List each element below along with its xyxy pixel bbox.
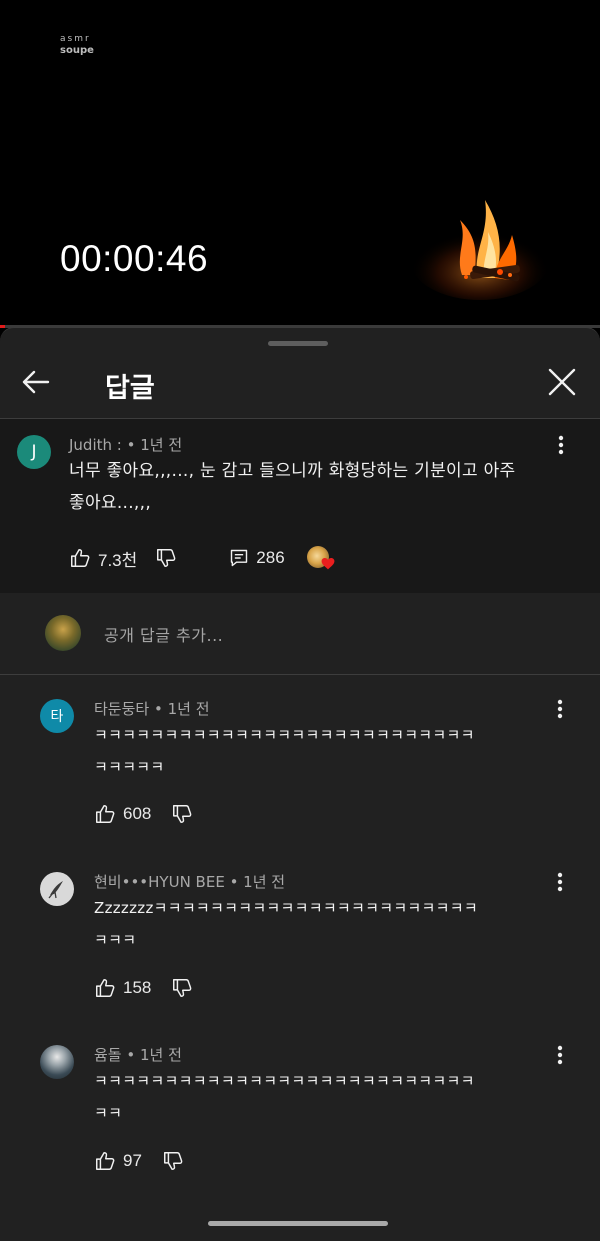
dislike-button[interactable] [171, 803, 193, 825]
home-indicator[interactable] [208, 1221, 388, 1226]
reply-item: 타 타둔둥타 • 1년 전 ㅋㅋㅋㅋㅋㅋㅋㅋㅋㅋㅋㅋㅋㅋㅋㅋㅋㅋㅋㅋㅋㅋㅋㅋㅋㅋ… [0, 675, 600, 848]
campfire-image [410, 200, 550, 300]
watermark-line1: asmr [60, 34, 91, 44]
like-count: 608 [123, 804, 152, 823]
avatar[interactable]: J [17, 435, 51, 469]
avatar-letter: J [31, 442, 37, 462]
thumbs-down-icon [163, 1152, 183, 1170]
page-title: 답글 [105, 373, 155, 404]
comment-icon [231, 549, 248, 567]
back-button[interactable] [18, 364, 54, 400]
thumbs-down-icon [157, 549, 176, 567]
comment-meta: Judith : • 1년 전 [69, 436, 183, 454]
more-vert-icon[interactable] [551, 433, 571, 457]
dislike-button[interactable] [155, 547, 177, 569]
more-vert-icon[interactable] [550, 697, 570, 721]
comment-text-line1: ㅋㅋㅋㅋㅋㅋㅋㅋㅋㅋㅋㅋㅋㅋㅋㅋㅋㅋㅋㅋㅋㅋㅋㅋㅋㅋㅋ [94, 1072, 475, 1090]
add-reply-row[interactable]: 공개 답글 추가... [0, 593, 600, 675]
comment-actions: 158 [94, 974, 193, 1002]
comment-text: ㅋㅋㅋㅋㅋㅋㅋㅋㅋㅋㅋㅋㅋㅋㅋㅋㅋㅋㅋㅋㅋㅋㅋㅋㅋㅋㅋ ㅋㅋ [94, 1065, 475, 1129]
avatar-letter: 타 [50, 709, 64, 725]
reply-item: 현비•••HYUN BEE • 1년 전 Zzzzzzzㅋㅋㅋㅋㅋㅋㅋㅋㅋㅋㅋㅋ… [0, 848, 600, 1021]
comment-actions: 7.3천 286 [69, 544, 335, 572]
thumbs-up-icon [96, 1152, 115, 1170]
channel-watermark: asmr soupe [60, 35, 94, 56]
avatar[interactable] [40, 872, 74, 906]
like-button[interactable]: 158 [94, 977, 151, 999]
back-arrow-icon [22, 370, 50, 394]
video-progress-fill [0, 325, 5, 328]
comment-text-line2: ㅋㅋ [94, 1104, 123, 1122]
comment-text-line1: ㅋㅋㅋㅋㅋㅋㅋㅋㅋㅋㅋㅋㅋㅋㅋㅋㅋㅋㅋㅋㅋㅋㅋㅋㅋㅋㅋ [94, 726, 475, 744]
reply-count-button[interactable]: 286 [229, 548, 285, 568]
creator-heart-icon [321, 557, 335, 570]
comment-text: 너무 좋아요,,,..., 눈 감고 들으니까 화형당하는 기분이고 아주 좋아… [69, 455, 515, 519]
drag-handle[interactable] [268, 341, 328, 346]
dislike-button[interactable] [171, 977, 193, 999]
like-count: 97 [123, 1151, 142, 1170]
more-vert-icon[interactable] [550, 1043, 570, 1067]
close-button[interactable] [544, 364, 580, 400]
comment-text-line2: ㅋㅋㅋ [94, 931, 137, 949]
bird-icon [48, 881, 63, 899]
comment-text: ㅋㅋㅋㅋㅋㅋㅋㅋㅋㅋㅋㅋㅋㅋㅋㅋㅋㅋㅋㅋㅋㅋㅋㅋㅋㅋㅋ ㅋㅋㅋㅋㅋ [94, 719, 475, 783]
like-button[interactable]: 608 [94, 803, 151, 825]
comment-text-line1: Zzzzzzzㅋㅋㅋㅋㅋㅋㅋㅋㅋㅋㅋㅋㅋㅋㅋㅋㅋㅋㅋㅋㅋㅋㅋ [94, 899, 478, 917]
thumbs-up-icon [96, 979, 115, 997]
comment-actions: 608 [94, 800, 193, 828]
replies-panel: 답글 J Judith : • 1년 전 너무 좋아요,,,..., 눈 감고 … [0, 327, 600, 1241]
comment-meta: 윰돌 • 1년 전 [94, 1046, 182, 1064]
comment-text: Zzzzzzzㅋㅋㅋㅋㅋㅋㅋㅋㅋㅋㅋㅋㅋㅋㅋㅋㅋㅋㅋㅋㅋㅋㅋ ㅋㅋㅋ [94, 892, 478, 956]
avatar[interactable]: 타 [40, 699, 74, 733]
video-player[interactable]: asmr soupe 00:00:46 [0, 0, 600, 328]
comment-text-line1: 너무 좋아요,,,..., 눈 감고 들으니까 화형당하는 기분이고 아주 [69, 461, 516, 481]
add-reply-input[interactable]: 공개 답글 추가... [104, 622, 223, 646]
thumbs-up-icon [96, 805, 115, 823]
parent-comment: J Judith : • 1년 전 너무 좋아요,,,..., 눈 감고 들으니… [0, 419, 600, 593]
thumbs-up-icon [71, 549, 90, 567]
replies-header: 답글 [0, 350, 600, 418]
thumbs-down-icon [173, 805, 192, 823]
comment-meta: 타둔둥타 • 1년 전 [94, 700, 210, 718]
like-count: 158 [123, 978, 152, 997]
thumbs-down-icon [173, 979, 192, 997]
user-avatar [45, 615, 81, 651]
like-count: 7.3천 [98, 550, 138, 570]
like-button[interactable]: 7.3천 [69, 546, 137, 571]
reply-item: 윰돌 • 1년 전 ㅋㅋㅋㅋㅋㅋㅋㅋㅋㅋㅋㅋㅋㅋㅋㅋㅋㅋㅋㅋㅋㅋㅋㅋㅋㅋㅋ ㅋㅋ… [0, 1021, 600, 1194]
more-vert-icon[interactable] [550, 870, 570, 894]
comment-actions: 97 [94, 1147, 184, 1175]
comment-meta: 현비•••HYUN BEE • 1년 전 [94, 873, 286, 891]
avatar[interactable] [40, 1045, 74, 1079]
video-timer-text: 00:00:46 [60, 238, 209, 279]
comment-text-line2: ㅋㅋㅋㅋㅋ [94, 758, 165, 776]
reply-count: 286 [256, 548, 285, 567]
like-button[interactable]: 97 [94, 1150, 142, 1172]
watermark-line2: soupe [60, 45, 94, 56]
creator-heart [306, 545, 335, 571]
close-icon [548, 368, 576, 396]
dislike-button[interactable] [162, 1150, 184, 1172]
comment-text-line2: 좋아요...,,, [69, 493, 152, 513]
